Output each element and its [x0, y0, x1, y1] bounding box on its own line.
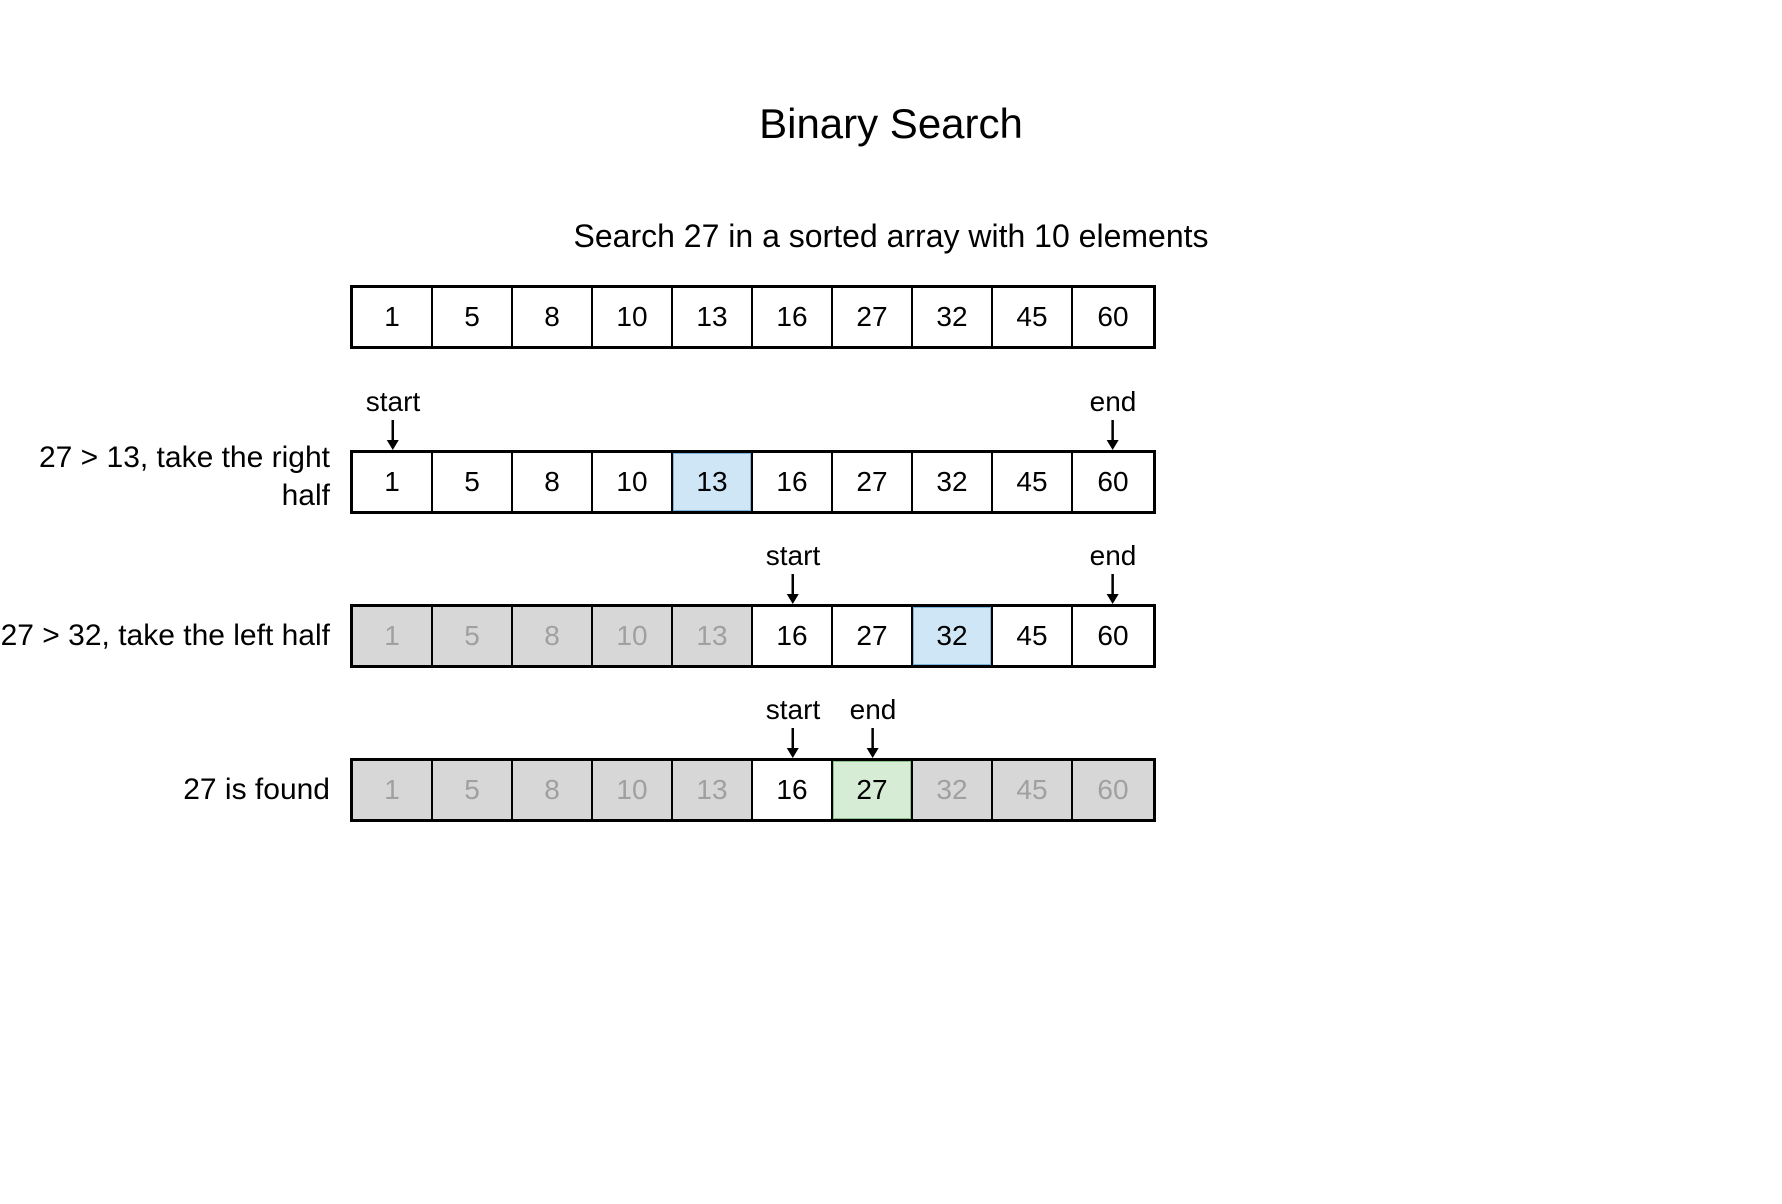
array-cell: 5: [433, 453, 513, 511]
pointer-start: start: [766, 694, 820, 758]
steps-container: 1581013162732456027 > 13, take the right…: [0, 285, 1782, 822]
step-row: 27 is foundstartend15810131627324560: [0, 702, 1782, 822]
pointer-end: end: [1090, 540, 1137, 604]
step-caption: 27 is found: [0, 715, 350, 809]
array-cell: 13: [673, 453, 753, 511]
array-cell: 10: [593, 453, 673, 511]
array-cell: 27: [833, 288, 913, 346]
pointer-label: end: [1090, 540, 1137, 572]
array-cell: 32: [913, 607, 993, 665]
array-cell: 13: [673, 761, 753, 819]
array-cell: 27: [833, 453, 913, 511]
pointer-label: end: [850, 694, 897, 726]
array-cell: 5: [433, 761, 513, 819]
array: 15810131627324560: [350, 604, 1156, 668]
array-cell: 1: [353, 453, 433, 511]
pointer-label: start: [366, 386, 420, 418]
arrow-down-icon: [784, 574, 802, 604]
pointer-start: start: [366, 386, 420, 450]
array-cell: 45: [993, 453, 1073, 511]
array-cell: 32: [913, 288, 993, 346]
step-caption: 27 > 32, take the left half: [0, 561, 350, 655]
pointer-start: start: [766, 540, 820, 604]
arrow-down-icon: [384, 420, 402, 450]
pointer-row: startend: [350, 548, 1156, 604]
pointer-end: end: [850, 694, 897, 758]
array-cell: 8: [513, 453, 593, 511]
step-row: 15810131627324560: [0, 285, 1782, 349]
array-cell: 27: [833, 761, 913, 819]
array-cell: 45: [993, 607, 1073, 665]
array-cell: 27: [833, 607, 913, 665]
array-cell: 16: [753, 453, 833, 511]
array-cell: 16: [753, 288, 833, 346]
arrow-down-icon: [1104, 574, 1122, 604]
array-cell: 60: [1073, 453, 1153, 511]
array-cell: 16: [753, 607, 833, 665]
page-title: Binary Search: [0, 100, 1782, 148]
array-cell: 10: [593, 761, 673, 819]
array: 15810131627324560: [350, 450, 1156, 514]
array-column: startend15810131627324560: [350, 548, 1156, 668]
pointer-end: end: [1090, 386, 1137, 450]
array-cell: 10: [593, 288, 673, 346]
array-cell: 5: [433, 288, 513, 346]
array: 15810131627324560: [350, 285, 1156, 349]
array-cell: 5: [433, 607, 513, 665]
array-cell: 8: [513, 288, 593, 346]
arrow-down-icon: [864, 728, 882, 758]
array-cell: 32: [913, 761, 993, 819]
array-cell: 16: [753, 761, 833, 819]
array-cell: 60: [1073, 288, 1153, 346]
array-cell: 45: [993, 761, 1073, 819]
arrow-down-icon: [784, 728, 802, 758]
step-row: 27 > 32, take the left halfstartend15810…: [0, 548, 1782, 668]
array-cell: 13: [673, 607, 753, 665]
array-cell: 60: [1073, 607, 1153, 665]
array-cell: 10: [593, 607, 673, 665]
array-column: startend15810131627324560: [350, 394, 1156, 514]
array-cell: 8: [513, 607, 593, 665]
array: 15810131627324560: [350, 758, 1156, 822]
array-column: 15810131627324560: [350, 285, 1156, 349]
pointer-label: start: [766, 540, 820, 572]
array-column: startend15810131627324560: [350, 702, 1156, 822]
pointer-label: start: [766, 694, 820, 726]
array-cell: 1: [353, 761, 433, 819]
array-cell: 1: [353, 288, 433, 346]
step-caption: 27 > 13, take the right half: [0, 383, 350, 514]
diagram-root: Binary Search Search 27 in a sorted arra…: [0, 0, 1782, 822]
page-subtitle: Search 27 in a sorted array with 10 elem…: [0, 218, 1782, 255]
step-row: 27 > 13, take the right halfstartend1581…: [0, 383, 1782, 514]
array-cell: 60: [1073, 761, 1153, 819]
array-cell: 8: [513, 761, 593, 819]
pointer-row: startend: [350, 394, 1156, 450]
array-cell: 32: [913, 453, 993, 511]
array-cell: 45: [993, 288, 1073, 346]
array-cell: 1: [353, 607, 433, 665]
pointer-row: startend: [350, 702, 1156, 758]
arrow-down-icon: [1104, 420, 1122, 450]
array-cell: 13: [673, 288, 753, 346]
pointer-label: end: [1090, 386, 1137, 418]
